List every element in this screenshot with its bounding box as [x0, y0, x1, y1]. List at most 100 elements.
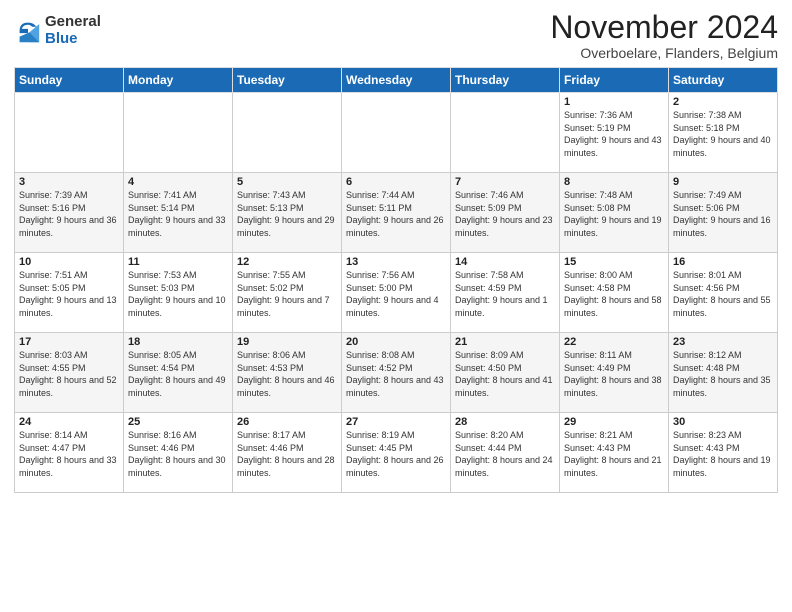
logo-blue-text: Blue	[45, 31, 101, 48]
day-info: Sunrise: 7:41 AM Sunset: 5:14 PM Dayligh…	[128, 189, 228, 239]
day-number: 20	[346, 336, 446, 348]
calendar-cell: 18Sunrise: 8:05 AM Sunset: 4:54 PM Dayli…	[124, 333, 233, 413]
day-number: 19	[237, 336, 337, 348]
day-of-week-header: Sunday	[15, 68, 124, 93]
calendar-week-row: 3Sunrise: 7:39 AM Sunset: 5:16 PM Daylig…	[15, 173, 778, 253]
day-number: 17	[19, 336, 119, 348]
title-block: November 2024 Overboelare, Flanders, Bel…	[550, 10, 778, 61]
calendar-cell: 21Sunrise: 8:09 AM Sunset: 4:50 PM Dayli…	[451, 333, 560, 413]
day-info: Sunrise: 7:39 AM Sunset: 5:16 PM Dayligh…	[19, 189, 119, 239]
day-info: Sunrise: 7:51 AM Sunset: 5:05 PM Dayligh…	[19, 269, 119, 319]
calendar-cell: 20Sunrise: 8:08 AM Sunset: 4:52 PM Dayli…	[342, 333, 451, 413]
day-of-week-header: Tuesday	[233, 68, 342, 93]
calendar-header-row: SundayMondayTuesdayWednesdayThursdayFrid…	[15, 68, 778, 93]
day-number: 23	[673, 336, 773, 348]
calendar-cell: 11Sunrise: 7:53 AM Sunset: 5:03 PM Dayli…	[124, 253, 233, 333]
day-info: Sunrise: 7:38 AM Sunset: 5:18 PM Dayligh…	[673, 109, 773, 159]
calendar-week-row: 10Sunrise: 7:51 AM Sunset: 5:05 PM Dayli…	[15, 253, 778, 333]
calendar-cell: 9Sunrise: 7:49 AM Sunset: 5:06 PM Daylig…	[669, 173, 778, 253]
day-info: Sunrise: 8:16 AM Sunset: 4:46 PM Dayligh…	[128, 429, 228, 479]
day-of-week-header: Saturday	[669, 68, 778, 93]
calendar-cell: 23Sunrise: 8:12 AM Sunset: 4:48 PM Dayli…	[669, 333, 778, 413]
day-info: Sunrise: 7:58 AM Sunset: 4:59 PM Dayligh…	[455, 269, 555, 319]
day-info: Sunrise: 8:19 AM Sunset: 4:45 PM Dayligh…	[346, 429, 446, 479]
calendar-cell: 24Sunrise: 8:14 AM Sunset: 4:47 PM Dayli…	[15, 413, 124, 493]
day-number: 16	[673, 256, 773, 268]
day-info: Sunrise: 7:44 AM Sunset: 5:11 PM Dayligh…	[346, 189, 446, 239]
day-number: 18	[128, 336, 228, 348]
day-number: 8	[564, 176, 664, 188]
calendar-cell: 29Sunrise: 8:21 AM Sunset: 4:43 PM Dayli…	[560, 413, 669, 493]
day-info: Sunrise: 7:49 AM Sunset: 5:06 PM Dayligh…	[673, 189, 773, 239]
day-info: Sunrise: 8:01 AM Sunset: 4:56 PM Dayligh…	[673, 269, 773, 319]
day-number: 14	[455, 256, 555, 268]
calendar-cell: 1Sunrise: 7:36 AM Sunset: 5:19 PM Daylig…	[560, 93, 669, 173]
day-info: Sunrise: 7:46 AM Sunset: 5:09 PM Dayligh…	[455, 189, 555, 239]
calendar-cell: 28Sunrise: 8:20 AM Sunset: 4:44 PM Dayli…	[451, 413, 560, 493]
day-number: 21	[455, 336, 555, 348]
calendar-cell: 15Sunrise: 8:00 AM Sunset: 4:58 PM Dayli…	[560, 253, 669, 333]
day-number: 28	[455, 416, 555, 428]
calendar-cell: 8Sunrise: 7:48 AM Sunset: 5:08 PM Daylig…	[560, 173, 669, 253]
day-info: Sunrise: 8:12 AM Sunset: 4:48 PM Dayligh…	[673, 349, 773, 399]
month-title: November 2024	[550, 10, 778, 45]
day-number: 3	[19, 176, 119, 188]
day-info: Sunrise: 8:21 AM Sunset: 4:43 PM Dayligh…	[564, 429, 664, 479]
day-info: Sunrise: 8:23 AM Sunset: 4:43 PM Dayligh…	[673, 429, 773, 479]
calendar-cell: 7Sunrise: 7:46 AM Sunset: 5:09 PM Daylig…	[451, 173, 560, 253]
day-number: 25	[128, 416, 228, 428]
calendar-cell: 3Sunrise: 7:39 AM Sunset: 5:16 PM Daylig…	[15, 173, 124, 253]
header: General Blue November 2024 Overboelare, …	[14, 10, 778, 61]
day-number: 29	[564, 416, 664, 428]
page-container: General Blue November 2024 Overboelare, …	[0, 0, 792, 499]
logo: General Blue	[14, 14, 101, 47]
calendar-cell: 10Sunrise: 7:51 AM Sunset: 5:05 PM Dayli…	[15, 253, 124, 333]
calendar-cell: 30Sunrise: 8:23 AM Sunset: 4:43 PM Dayli…	[669, 413, 778, 493]
day-info: Sunrise: 8:14 AM Sunset: 4:47 PM Dayligh…	[19, 429, 119, 479]
calendar-cell	[15, 93, 124, 173]
day-info: Sunrise: 8:08 AM Sunset: 4:52 PM Dayligh…	[346, 349, 446, 399]
location: Overboelare, Flanders, Belgium	[550, 45, 778, 61]
day-info: Sunrise: 8:03 AM Sunset: 4:55 PM Dayligh…	[19, 349, 119, 399]
calendar-cell: 16Sunrise: 8:01 AM Sunset: 4:56 PM Dayli…	[669, 253, 778, 333]
day-of-week-header: Friday	[560, 68, 669, 93]
calendar-cell	[233, 93, 342, 173]
calendar-cell: 25Sunrise: 8:16 AM Sunset: 4:46 PM Dayli…	[124, 413, 233, 493]
day-info: Sunrise: 8:00 AM Sunset: 4:58 PM Dayligh…	[564, 269, 664, 319]
calendar-table: SundayMondayTuesdayWednesdayThursdayFrid…	[14, 67, 778, 493]
calendar-cell: 2Sunrise: 7:38 AM Sunset: 5:18 PM Daylig…	[669, 93, 778, 173]
calendar-cell	[451, 93, 560, 173]
calendar-cell: 27Sunrise: 8:19 AM Sunset: 4:45 PM Dayli…	[342, 413, 451, 493]
day-number: 12	[237, 256, 337, 268]
calendar-cell	[342, 93, 451, 173]
day-number: 27	[346, 416, 446, 428]
calendar-cell: 26Sunrise: 8:17 AM Sunset: 4:46 PM Dayli…	[233, 413, 342, 493]
calendar-cell: 4Sunrise: 7:41 AM Sunset: 5:14 PM Daylig…	[124, 173, 233, 253]
day-number: 1	[564, 96, 664, 108]
day-info: Sunrise: 8:06 AM Sunset: 4:53 PM Dayligh…	[237, 349, 337, 399]
calendar-cell: 14Sunrise: 7:58 AM Sunset: 4:59 PM Dayli…	[451, 253, 560, 333]
day-info: Sunrise: 8:11 AM Sunset: 4:49 PM Dayligh…	[564, 349, 664, 399]
day-number: 5	[237, 176, 337, 188]
day-info: Sunrise: 7:53 AM Sunset: 5:03 PM Dayligh…	[128, 269, 228, 319]
day-number: 13	[346, 256, 446, 268]
calendar-cell: 22Sunrise: 8:11 AM Sunset: 4:49 PM Dayli…	[560, 333, 669, 413]
day-of-week-header: Wednesday	[342, 68, 451, 93]
day-info: Sunrise: 8:05 AM Sunset: 4:54 PM Dayligh…	[128, 349, 228, 399]
day-info: Sunrise: 8:09 AM Sunset: 4:50 PM Dayligh…	[455, 349, 555, 399]
logo-general-text: General	[45, 14, 101, 31]
calendar-cell: 12Sunrise: 7:55 AM Sunset: 5:02 PM Dayli…	[233, 253, 342, 333]
day-number: 24	[19, 416, 119, 428]
logo-icon	[14, 17, 42, 45]
day-number: 30	[673, 416, 773, 428]
logo-text: General Blue	[45, 14, 101, 47]
day-info: Sunrise: 7:48 AM Sunset: 5:08 PM Dayligh…	[564, 189, 664, 239]
day-info: Sunrise: 7:56 AM Sunset: 5:00 PM Dayligh…	[346, 269, 446, 319]
day-of-week-header: Thursday	[451, 68, 560, 93]
day-number: 9	[673, 176, 773, 188]
calendar-cell: 5Sunrise: 7:43 AM Sunset: 5:13 PM Daylig…	[233, 173, 342, 253]
calendar-cell: 13Sunrise: 7:56 AM Sunset: 5:00 PM Dayli…	[342, 253, 451, 333]
calendar-week-row: 1Sunrise: 7:36 AM Sunset: 5:19 PM Daylig…	[15, 93, 778, 173]
day-number: 22	[564, 336, 664, 348]
calendar-cell: 19Sunrise: 8:06 AM Sunset: 4:53 PM Dayli…	[233, 333, 342, 413]
